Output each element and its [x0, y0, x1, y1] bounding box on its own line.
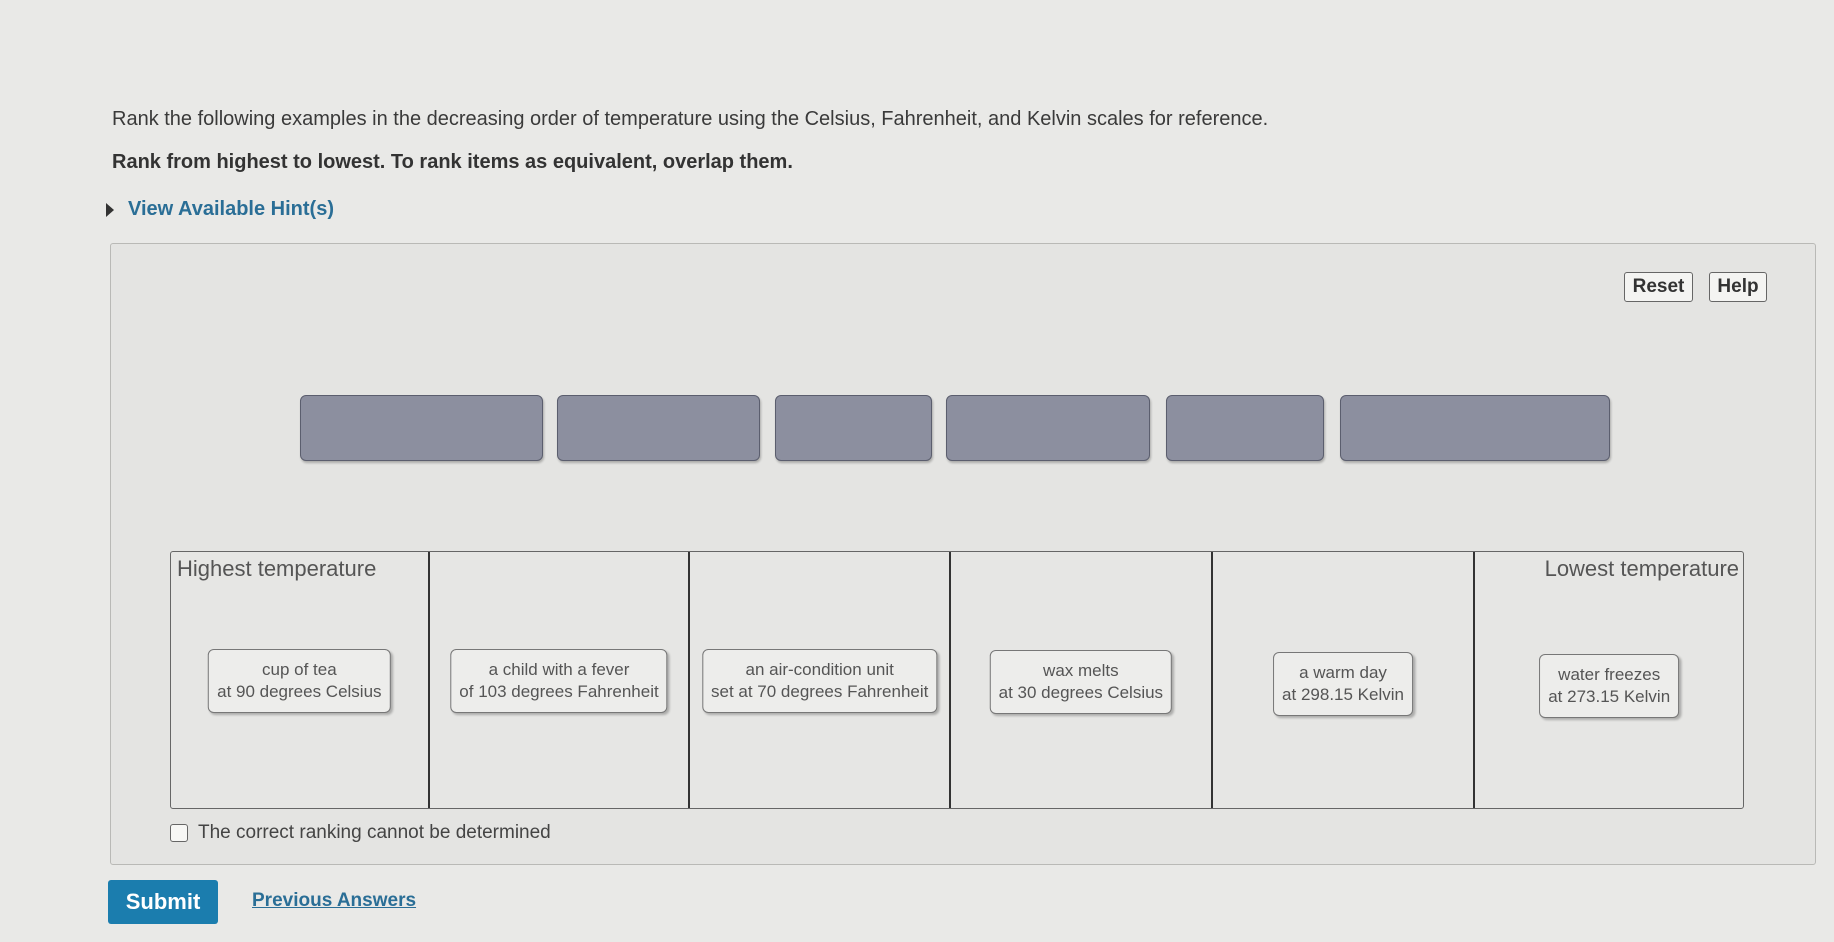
item-line: at 90 degrees Celsius: [217, 682, 382, 701]
rank-item-water-freezes[interactable]: water freezes at 273.15 Kelvin: [1539, 654, 1680, 718]
previous-answers-link[interactable]: Previous Answers: [252, 890, 416, 912]
rank-item-air-condition[interactable]: an air-condition unit set at 70 degrees …: [701, 649, 938, 713]
item-line: of 103 degrees Fahrenheit: [459, 682, 659, 701]
ranking-target-area: Highest temperature cup of tea at 90 deg…: [170, 551, 1744, 809]
rank-column-3: an air-condition unit set at 70 degrees …: [690, 552, 952, 808]
caret-right-icon: [106, 202, 114, 217]
rank-column-5: a warm day at 298.15 Kelvin: [1213, 552, 1476, 808]
item-line: a warm day: [1299, 663, 1387, 682]
question-instruction: Rank the following examples in the decre…: [112, 108, 1269, 130]
view-hints-link[interactable]: View Available Hint(s): [128, 198, 334, 221]
view-hints-toggle[interactable]: View Available Hint(s): [106, 198, 334, 221]
item-line: wax melts: [1043, 661, 1119, 680]
item-line: a child with a fever: [488, 660, 630, 679]
item-line: set at 70 degrees Fahrenheit: [710, 682, 929, 701]
rank-column-4: wax melts at 30 degrees Celsius: [951, 552, 1213, 808]
rank-column-1: Highest temperature cup of tea at 90 deg…: [171, 552, 430, 808]
reset-button[interactable]: Reset: [1624, 272, 1693, 302]
item-line: an air-condition unit: [745, 660, 894, 679]
empty-slot-2: [557, 395, 760, 461]
lowest-temperature-label: Lowest temperature: [1544, 556, 1740, 581]
item-line: water freezes: [1558, 665, 1661, 684]
rank-note: Rank from highest to lowest. To rank ite…: [112, 151, 793, 173]
cannot-determine-label: The correct ranking cannot be determined: [198, 822, 551, 843]
rank-column-6: Lowest temperature water freezes at 273.…: [1475, 552, 1743, 808]
rank-item-wax-melts[interactable]: wax melts at 30 degrees Celsius: [989, 650, 1173, 714]
empty-slot-3: [775, 395, 932, 461]
item-line: at 298.15 Kelvin: [1282, 685, 1404, 704]
highest-temperature-label: Highest temperature: [177, 556, 377, 581]
item-line: at 30 degrees Celsius: [998, 683, 1164, 702]
empty-slot-5: [1166, 395, 1324, 461]
rank-item-child-fever[interactable]: a child with a fever of 103 degrees Fahr…: [450, 649, 668, 713]
empty-slot-6: [1340, 395, 1610, 461]
page: Rank the following examples in the decre…: [0, 0, 1834, 942]
empty-slot-1: [300, 395, 543, 461]
submit-button[interactable]: Submit: [108, 880, 218, 924]
empty-slot-4: [946, 395, 1150, 461]
cannot-determine-checkbox[interactable]: [170, 824, 188, 842]
rank-column-2: a child with a fever of 103 degrees Fahr…: [430, 552, 691, 808]
item-line: cup of tea: [261, 660, 337, 679]
rank-item-cup-of-tea[interactable]: cup of tea at 90 degrees Celsius: [208, 649, 391, 713]
rank-item-warm-day[interactable]: a warm day at 298.15 Kelvin: [1273, 652, 1413, 716]
cannot-determine-option[interactable]: The correct ranking cannot be determined: [170, 822, 551, 844]
item-line: at 273.15 Kelvin: [1548, 687, 1671, 706]
help-button[interactable]: Help: [1709, 272, 1767, 302]
